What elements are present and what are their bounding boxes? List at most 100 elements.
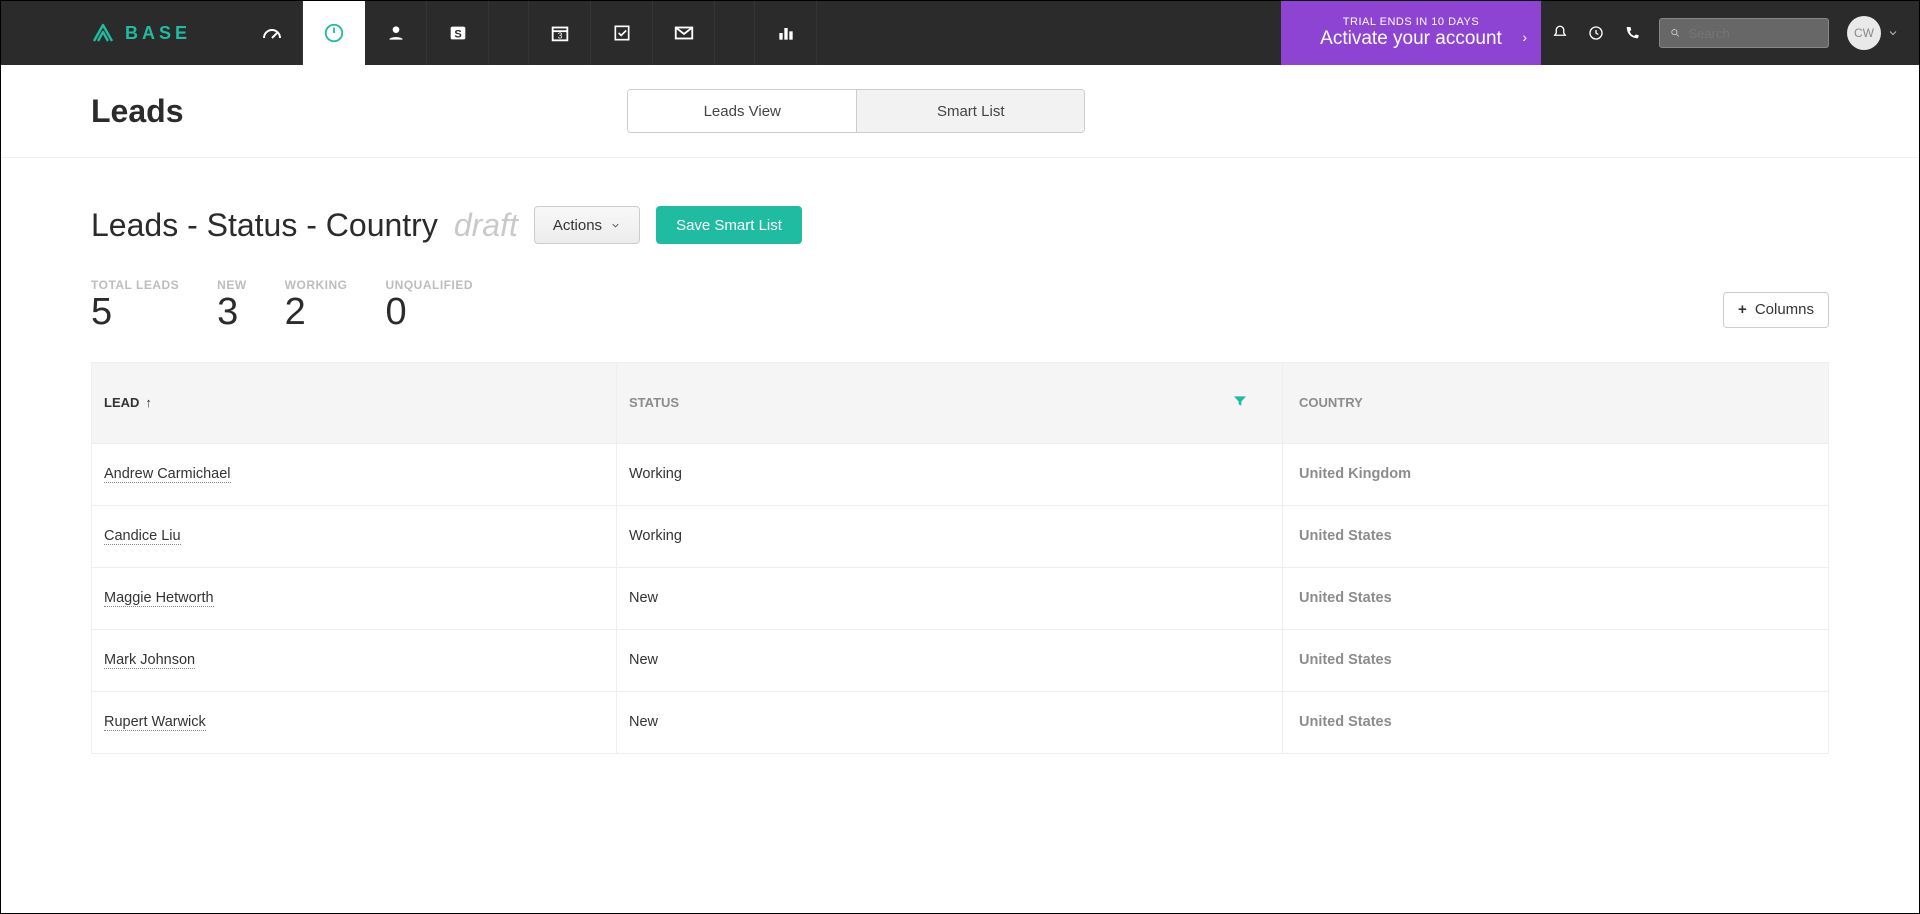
- nav-divider: [489, 1, 529, 65]
- plus-icon: +: [1738, 301, 1747, 318]
- top-nav: BASE S 3: [1, 1, 1919, 65]
- stat-label: UNQUALIFIED: [386, 278, 474, 292]
- table-row[interactable]: Rupert Warwick NewUnited States: [92, 691, 1828, 753]
- cell-lead: Candice Liu: [92, 506, 617, 567]
- table-header: LEAD ↑ STATUS COUNTRY: [92, 363, 1828, 443]
- chevron-down-icon: [610, 220, 621, 231]
- cell-status: Working: [617, 444, 1283, 505]
- nav-communication[interactable]: [653, 1, 715, 65]
- columns-label: Columns: [1755, 301, 1814, 318]
- lead-link[interactable]: Andrew Carmichael: [104, 466, 231, 483]
- envelope-icon: [673, 22, 695, 44]
- gauge-icon: [260, 21, 284, 45]
- table-row[interactable]: Candice Liu WorkingUnited States: [92, 505, 1828, 567]
- activity-button[interactable]: [1587, 24, 1605, 42]
- draft-label: draft: [454, 207, 518, 244]
- save-smart-list-button[interactable]: Save Smart List: [656, 206, 802, 244]
- page-header: Leads Leads View Smart List: [1, 65, 1919, 158]
- table-row[interactable]: Maggie HetworthNewUnited States: [92, 567, 1828, 629]
- search-input[interactable]: [1689, 26, 1819, 41]
- cell-country: United Kingdom: [1283, 466, 1828, 482]
- stat-value: 0: [386, 292, 474, 334]
- cell-lead: Mark Johnson: [92, 630, 617, 691]
- list-title-row: Leads - Status - Country draft Actions S…: [91, 206, 1829, 244]
- call-button[interactable]: [1623, 24, 1641, 42]
- lead-link[interactable]: Mark Johnson: [104, 652, 195, 669]
- stat-value: 3: [217, 292, 247, 334]
- actions-button[interactable]: Actions: [534, 206, 640, 244]
- lead-link[interactable]: Rupert Warwick: [104, 714, 206, 731]
- brand-logo[interactable]: BASE: [1, 1, 241, 65]
- avatar: CW: [1847, 16, 1881, 50]
- nav-contacts[interactable]: [365, 1, 427, 65]
- stat-new: NEW 3: [217, 278, 247, 334]
- column-header-status[interactable]: STATUS: [617, 363, 1283, 443]
- tab-leads-view[interactable]: Leads View: [628, 90, 856, 132]
- notifications-button[interactable]: [1551, 24, 1569, 42]
- power-icon: [323, 22, 345, 44]
- lead-link[interactable]: Maggie Hetworth: [104, 590, 214, 607]
- column-header-lead[interactable]: LEAD ↑: [92, 363, 617, 443]
- stat-working: WORKING 2: [285, 278, 348, 334]
- column-label: LEAD: [104, 395, 139, 410]
- chevron-right-icon: ›: [1522, 29, 1527, 45]
- table-row[interactable]: Mark Johnson NewUnited States: [92, 629, 1828, 691]
- bell-icon: [1551, 24, 1569, 42]
- cell-status: New: [617, 630, 1283, 691]
- bar-chart-icon: [776, 23, 796, 43]
- nav-dashboard[interactable]: [241, 1, 303, 65]
- svg-text:S: S: [454, 29, 461, 41]
- stat-value: 2: [285, 292, 348, 334]
- cell-country: United States: [1283, 714, 1828, 730]
- nav-tasks[interactable]: [591, 1, 653, 65]
- page-title: Leads: [91, 93, 183, 130]
- nav-items: S 3: [241, 1, 817, 65]
- trial-top-text: TRIAL ENDS IN 10 DAYS: [1343, 16, 1479, 28]
- stat-label: TOTAL LEADS: [91, 278, 179, 292]
- cell-lead: Andrew Carmichael: [92, 444, 617, 505]
- calendar-icon: 3: [549, 22, 571, 44]
- cell-status: New: [617, 692, 1283, 753]
- lead-link[interactable]: Candice Liu: [104, 528, 181, 545]
- person-icon: [386, 23, 406, 43]
- nav-right: CW: [1541, 1, 1919, 65]
- leads-table: LEAD ↑ STATUS COUNTRY Andrew Carmichael W…: [91, 362, 1829, 754]
- cell-country: United States: [1283, 652, 1828, 668]
- cell-lead: Rupert Warwick: [92, 692, 617, 753]
- smart-list-name: Leads - Status - Country: [91, 207, 438, 244]
- stat-unqualified: UNQUALIFIED 0: [386, 278, 474, 334]
- nav-calendar[interactable]: 3: [529, 1, 591, 65]
- tab-smart-list[interactable]: Smart List: [856, 90, 1084, 132]
- search-box[interactable]: [1659, 18, 1829, 48]
- cell-country: United States: [1283, 528, 1828, 544]
- columns-button[interactable]: + Columns: [1723, 292, 1829, 328]
- view-toggle: Leads View Smart List: [627, 89, 1085, 133]
- stat-label: WORKING: [285, 278, 348, 292]
- checkbox-icon: [612, 23, 632, 43]
- column-label: COUNTRY: [1299, 395, 1363, 410]
- trial-main-text: Activate your account: [1320, 28, 1502, 50]
- cell-status: New: [617, 568, 1283, 629]
- svg-text:3: 3: [557, 32, 562, 41]
- nav-deals[interactable]: S: [427, 1, 489, 65]
- stat-value: 5: [91, 292, 179, 334]
- nav-leads[interactable]: [303, 1, 365, 65]
- filter-icon[interactable]: [1232, 393, 1248, 412]
- column-header-country[interactable]: COUNTRY: [1283, 395, 1828, 410]
- column-label: STATUS: [629, 395, 679, 410]
- cell-status: Working: [617, 506, 1283, 567]
- nav-divider2: [715, 1, 755, 65]
- table-row[interactable]: Andrew Carmichael WorkingUnited Kingdom: [92, 443, 1828, 505]
- chevron-down-icon: [1887, 27, 1899, 39]
- sort-ascending-icon: ↑: [145, 395, 152, 410]
- trial-banner[interactable]: TRIAL ENDS IN 10 DAYS Activate your acco…: [1281, 1, 1541, 65]
- table-body: Andrew CarmichaelWorkingUnited KingdomCa…: [92, 443, 1828, 753]
- user-menu[interactable]: CW: [1847, 16, 1899, 50]
- logo-icon: [91, 21, 115, 45]
- brand-text: BASE: [125, 23, 191, 44]
- clock-icon: [1587, 24, 1605, 42]
- nav-reports[interactable]: [755, 1, 817, 65]
- dollar-icon: S: [447, 22, 469, 44]
- search-icon: [1670, 27, 1681, 39]
- stats-row: TOTAL LEADS 5 NEW 3 WORKING 2 UNQUALIFIE…: [91, 278, 1829, 334]
